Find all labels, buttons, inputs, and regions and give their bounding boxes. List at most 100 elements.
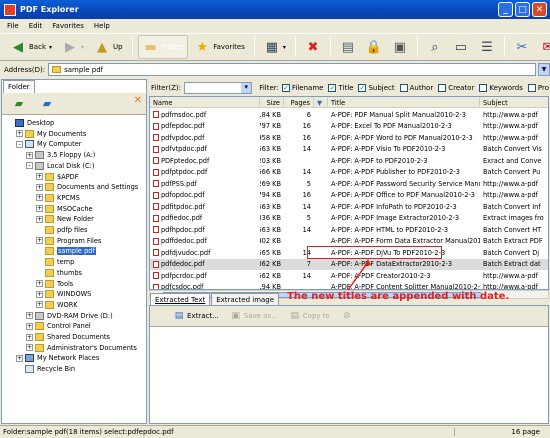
list-button[interactable]: ☰ <box>475 35 499 59</box>
file-row[interactable]: pdfptpdoc.pdf 566 KB 14 A-PDF: A-PDF Publis… <box>150 167 548 179</box>
tab-extracted-text[interactable]: Extracted Text <box>150 293 211 305</box>
file-row[interactable]: pdfiedoc.pdf 336 KB 5 A-PDF: A-PDF Image Ex… <box>150 213 548 225</box>
tree-item[interactable]: + Shared Documents <box>26 332 110 342</box>
search-button[interactable]: ⌕ <box>423 35 447 59</box>
filter-checkbox[interactable]: Keywords <box>479 83 523 92</box>
minimize-button[interactable]: _ <box>498 2 513 17</box>
print-button[interactable]: ▣ <box>388 35 412 59</box>
view-mode-button[interactable]: ▦ ▾ <box>260 35 290 59</box>
expand-toggle-icon[interactable]: + <box>16 130 23 138</box>
expand-toggle-icon[interactable]: + <box>36 290 43 298</box>
tree-item[interactable]: thumbs <box>36 268 82 278</box>
delete-button[interactable]: ✖ <box>301 35 325 59</box>
extract-button[interactable]: ▤ Extract... <box>174 311 219 321</box>
expand-toggle-icon[interactable]: + <box>26 322 33 330</box>
file-row[interactable]: pdfhpdoc.pdf 563 KB 14 A-PDF: A-PDF HTML to… <box>150 224 548 236</box>
tree-item[interactable]: Desktop <box>6 118 54 128</box>
new-folder-icon[interactable]: ▰ <box>12 97 26 110</box>
back-button[interactable]: ◀ Back ▾ <box>6 35 56 59</box>
email-button[interactable]: ✉ <box>536 35 550 59</box>
close-button[interactable]: ✕ <box>532 2 547 17</box>
filter-checkbox[interactable]: Author <box>399 83 433 92</box>
properties-button[interactable]: ▤ <box>336 35 360 59</box>
filter-input[interactable] <box>183 81 253 94</box>
expand-toggle-icon[interactable]: + <box>36 280 43 287</box>
security-button[interactable]: 🔒 <box>362 35 386 59</box>
tree-item[interactable]: - Local Disk (C:) <box>26 161 94 171</box>
tree-item[interactable]: + My Network Places <box>16 353 99 363</box>
tree-item[interactable]: Recycle Bin <box>16 364 75 374</box>
tree-item[interactable]: + WORK <box>36 300 78 310</box>
column-name[interactable]: Name <box>150 97 260 108</box>
refresh-folder-icon[interactable]: ▰ <box>40 97 54 110</box>
expand-toggle-icon[interactable]: - <box>26 162 33 170</box>
expand-toggle-icon[interactable]: + <box>36 301 43 309</box>
column-pages[interactable]: Pages <box>284 97 314 108</box>
tree-item[interactable]: - My Computer <box>16 139 81 149</box>
maximize-button[interactable]: □ <box>515 2 530 17</box>
forward-button[interactable]: ▶ ▾ <box>58 35 88 59</box>
tab-extracted-image[interactable]: Extracted image <box>211 293 280 305</box>
expand-toggle-icon[interactable]: + <box>36 205 43 213</box>
filter-checkbox[interactable]: ✓ Title <box>328 83 353 92</box>
filter-checkbox[interactable]: ✓ Subject <box>358 83 395 92</box>
expand-toggle-icon[interactable]: + <box>26 312 33 320</box>
address-dropdown-button[interactable]: ▼ <box>538 63 550 76</box>
up-button[interactable]: ▲ Up <box>90 35 127 59</box>
tree-item[interactable]: + Tools <box>36 279 73 289</box>
expand-toggle-icon[interactable]: + <box>36 194 43 202</box>
save-as-button[interactable]: ▣ Save as... <box>231 311 277 321</box>
address-input[interactable]: sample pdf <box>48 63 536 76</box>
menu-file[interactable]: File <box>3 22 23 30</box>
tree-item[interactable]: +3.5 Floppy (A:) <box>26 150 95 160</box>
tree-item[interactable]: + WINDOWS <box>36 289 91 299</box>
copy-to-button[interactable]: ▤ Copy to <box>290 311 330 321</box>
file-row[interactable]: pdfepdoc.pdf 797 KB 16 A-PDF: Excel To PDF … <box>150 121 548 133</box>
close-pane-icon[interactable]: ✕ <box>134 95 142 106</box>
tree-item[interactable]: + Administrator's Documents <box>26 343 137 353</box>
tree-item[interactable]: + My Documents <box>16 129 86 139</box>
expand-toggle-icon[interactable]: + <box>26 344 33 352</box>
file-row[interactable]: pdfvtpdoc.pdf 563 KB 14 A-PDF: A-PDF Visio … <box>150 144 548 156</box>
filter-checkbox[interactable]: Pro <box>527 83 549 92</box>
file-row[interactable]: pdfvpdoc.pdf 958 KB 16 A-PDF: A-PDF Word to… <box>150 132 548 144</box>
menu-edit[interactable]: Edit <box>25 22 47 30</box>
folder-button[interactable]: ▬ Folder <box>137 35 189 59</box>
menu-help[interactable]: Help <box>90 22 114 30</box>
clear-button[interactable]: ⊘ <box>342 311 352 321</box>
tree-item[interactable]: + New Folder <box>36 214 94 224</box>
expand-toggle-icon[interactable]: + <box>36 237 43 245</box>
expand-toggle-icon[interactable]: - <box>16 140 23 148</box>
tree-item[interactable]: + DVD-RAM Drive (D:) <box>26 311 113 321</box>
tree-item[interactable]: + Control Panel <box>26 321 91 331</box>
tree-item[interactable]: sample pdf <box>36 246 96 256</box>
find-in-files-button[interactable]: ▭ <box>449 35 473 59</box>
column-title[interactable]: Title <box>328 97 480 108</box>
file-row[interactable]: pdfitpdoc.pdf 563 KB 14 A-PDF: A-PDF InfoPa… <box>150 201 548 213</box>
menu-favorites[interactable]: Favorites <box>48 22 88 30</box>
expand-toggle-icon[interactable]: + <box>36 215 43 223</box>
filter-checkbox[interactable]: Creator <box>438 83 474 92</box>
expand-toggle-icon[interactable]: + <box>36 173 43 180</box>
expand-toggle-icon[interactable]: + <box>26 151 33 159</box>
tree-item[interactable]: + KPCMS <box>36 193 80 203</box>
filter-checkbox[interactable]: ✓ Filename <box>281 83 323 92</box>
tools-button[interactable]: ✂ <box>510 35 534 59</box>
tab-folder[interactable]: Folder <box>3 80 35 93</box>
favorites-button[interactable]: ★ Favorites <box>190 35 249 59</box>
file-row[interactable]: pdfPSS.pdf 269 KB 5 A-PDF: A-PDF Password S… <box>150 178 548 190</box>
file-row[interactable]: PDFptedoc.pdf 203 KB A-PDF: A-PDF to PDF20… <box>150 155 548 167</box>
column-size[interactable]: Size <box>260 97 284 108</box>
file-row[interactable]: pdfmsdoc.pdf 184 KB 6 A-PDF: PDF Manual Spl… <box>150 109 548 121</box>
tree-item[interactable]: + MSOCache <box>36 204 93 214</box>
column-subject[interactable]: Subject <box>480 97 548 108</box>
sort-icon[interactable]: ▼ <box>314 97 328 108</box>
tree-item[interactable]: temp <box>36 257 74 267</box>
tree-item[interactable]: + Program Files <box>36 236 101 246</box>
expand-toggle-icon[interactable]: + <box>26 333 33 341</box>
file-row[interactable]: pdfopdoc.pdf 794 KB 16 A-PDF: A-PDF Office … <box>150 190 548 202</box>
expand-toggle-icon[interactable]: + <box>36 183 43 191</box>
tree-item[interactable]: + Documents and Settings <box>36 182 138 192</box>
tree-item[interactable]: + $APDF <box>36 172 79 182</box>
expand-toggle-icon[interactable]: + <box>16 354 23 362</box>
